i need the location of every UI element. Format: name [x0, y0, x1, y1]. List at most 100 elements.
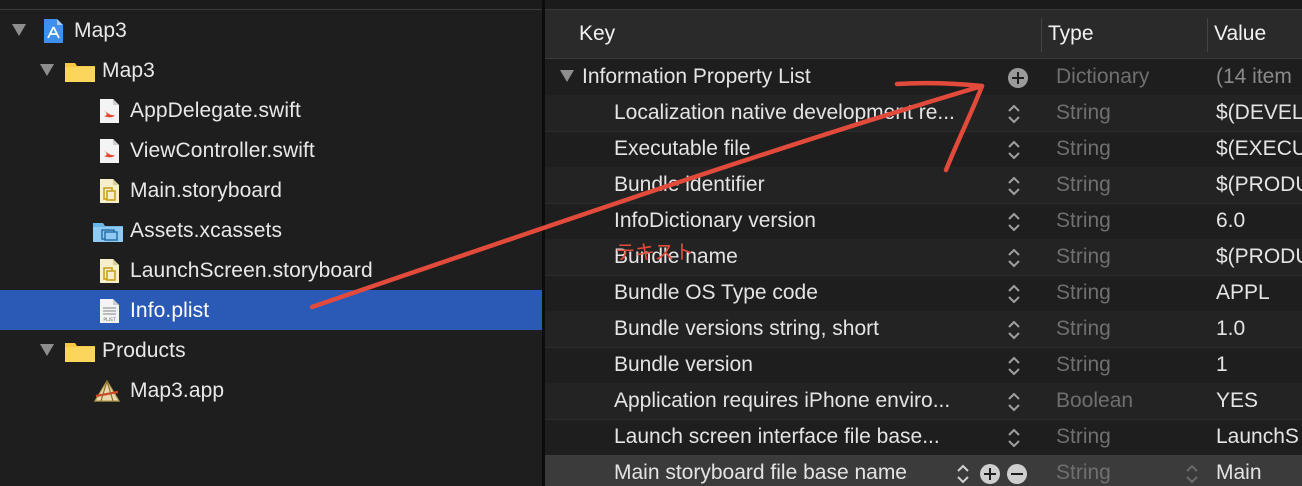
storyboard-file-icon	[100, 259, 119, 283]
disclosure-triangle-icon[interactable]	[560, 70, 574, 82]
column-separator[interactable]	[1041, 18, 1042, 52]
tree-item-label: Info.plist	[130, 299, 210, 322]
plist-row[interactable]: Bundle OS Type code String APPL	[545, 275, 1302, 312]
swift-file-icon	[100, 139, 119, 163]
key-popup-stepper-icon[interactable]	[1007, 210, 1021, 234]
plist-value[interactable]: $(PRODU	[1216, 245, 1302, 269]
plist-key[interactable]: Bundle versions string, short	[614, 317, 879, 341]
plist-value[interactable]: $(PRODU	[1216, 173, 1302, 197]
plist-value[interactable]: Main	[1216, 461, 1262, 485]
key-popup-stepper-icon[interactable]	[1007, 390, 1021, 414]
tree-item-info-plist[interactable]: PLIST Info.plist	[0, 290, 542, 330]
plist-type: Dictionary	[1056, 65, 1150, 88]
plist-type[interactable]: Boolean	[1056, 389, 1133, 413]
plist-value[interactable]: $(DEVEL	[1216, 101, 1302, 125]
plist-type[interactable]: String	[1056, 461, 1111, 485]
plist-type[interactable]: String	[1056, 281, 1111, 305]
tree-item-launchscreen-storyboard[interactable]: LaunchScreen.storyboard	[0, 250, 542, 290]
plist-value[interactable]: $(EXECU	[1216, 137, 1302, 161]
plist-type[interactable]: String	[1056, 209, 1111, 233]
column-header-type[interactable]: Type	[1048, 22, 1094, 46]
tree-item-label: Map3	[102, 59, 155, 82]
key-popup-stepper-icon[interactable]	[1007, 174, 1021, 198]
plist-row[interactable]: InfoDictionary version String 6.0	[545, 203, 1302, 240]
column-separator[interactable]	[1207, 18, 1208, 52]
plist-key[interactable]: Bundle identifier	[614, 173, 765, 197]
plist-value[interactable]: 6.0	[1216, 209, 1245, 233]
editor-top-border	[545, 0, 1302, 10]
disclosure-triangle-icon[interactable]	[40, 344, 54, 356]
key-popup-stepper-icon[interactable]	[1185, 462, 1199, 486]
plist-row[interactable]: Main storyboard file base name String Main	[545, 455, 1302, 486]
tree-item-project-map3[interactable]: Map3	[0, 10, 542, 50]
project-navigator: Map3 Map3 AppDelegate.swift ViewControll…	[0, 0, 542, 486]
key-popup-stepper-icon[interactable]	[1007, 318, 1021, 342]
app-product-icon	[93, 379, 121, 402]
plist-row[interactable]: Executable file String $(EXECU	[545, 131, 1302, 168]
plist-row[interactable]: Launch screen interface file base... Stri…	[545, 419, 1302, 456]
tree-item-appdelegate-swift[interactable]: AppDelegate.swift	[0, 90, 542, 130]
xcode-project-icon	[44, 19, 63, 43]
plist-row[interactable]: Bundle versions string, short String 1.0	[545, 311, 1302, 348]
plist-type[interactable]: String	[1056, 245, 1111, 269]
plist-value[interactable]: 1	[1216, 353, 1228, 377]
tree-item-map3-app[interactable]: Map3.app	[0, 370, 542, 410]
folder-icon	[65, 343, 95, 362]
plist-type[interactable]: String	[1056, 353, 1111, 377]
key-popup-stepper-icon[interactable]	[1007, 354, 1021, 378]
column-header-value[interactable]: Value	[1214, 22, 1266, 46]
plist-type[interactable]: String	[1056, 101, 1111, 125]
navigator-top-border	[0, 0, 542, 10]
key-popup-stepper-icon[interactable]	[1007, 102, 1021, 126]
plist-type[interactable]: String	[1056, 425, 1111, 449]
key-popup-stepper-icon[interactable]	[1007, 426, 1021, 450]
plist-key[interactable]: Executable file	[614, 137, 751, 161]
plist-row[interactable]: Application requires iPhone enviro... Boo…	[545, 383, 1302, 420]
tree-item-folder-products[interactable]: Products	[0, 330, 542, 370]
tree-item-label: LaunchScreen.storyboard	[130, 259, 373, 282]
plist-key[interactable]: Localization native development re...	[614, 101, 955, 125]
tree-item-assets-xcassets[interactable]: Assets.xcassets	[0, 210, 542, 250]
plist-row[interactable]: Bundle version String 1	[545, 347, 1302, 384]
plist-row[interactable]: Bundle identifier String $(PRODU	[545, 167, 1302, 204]
plist-value[interactable]: APPL	[1216, 281, 1270, 305]
tree-item-viewcontroller-swift[interactable]: ViewController.swift	[0, 130, 542, 170]
plist-value[interactable]: 1.0	[1216, 317, 1245, 341]
plist-type[interactable]: String	[1056, 317, 1111, 341]
tree-item-label: Assets.xcassets	[130, 219, 283, 242]
plist-value: (14 item	[1216, 65, 1292, 88]
plist-key[interactable]: Bundle OS Type code	[614, 281, 818, 305]
key-popup-stepper-icon[interactable]	[1007, 138, 1021, 162]
tree-item-label: Main.storyboard	[130, 179, 283, 202]
tree-item-label: AppDelegate.swift	[130, 99, 301, 122]
disclosure-triangle-icon[interactable]	[12, 24, 26, 36]
plist-value[interactable]: LaunchS	[1216, 425, 1299, 449]
plist-type[interactable]: String	[1056, 137, 1111, 161]
plist-key[interactable]: Main storyboard file base name	[614, 461, 907, 485]
plist-root-row[interactable]: Information Property List Dictionary (14…	[545, 59, 1302, 96]
disclosure-triangle-icon[interactable]	[40, 64, 54, 76]
key-popup-stepper-icon[interactable]	[956, 462, 970, 486]
plist-type[interactable]: String	[1056, 173, 1111, 197]
plist-key[interactable]: Information Property List	[582, 65, 811, 89]
tree-item-label: Map3.app	[130, 379, 225, 402]
tree-item-label: Products	[102, 339, 186, 362]
plist-value[interactable]: YES	[1216, 389, 1258, 413]
tree-item-main-storyboard[interactable]: Main.storyboard	[0, 170, 542, 210]
key-popup-stepper-icon[interactable]	[1007, 246, 1021, 270]
tree-item-label: Map3	[74, 19, 127, 42]
remove-item-button[interactable]	[1007, 464, 1027, 484]
add-item-button[interactable]	[1008, 68, 1028, 88]
plist-key[interactable]: Launch screen interface file base...	[614, 425, 940, 449]
storyboard-file-icon	[100, 179, 119, 203]
plist-column-header: Key Type Value	[545, 10, 1302, 59]
column-header-key[interactable]: Key	[579, 22, 615, 46]
plist-key[interactable]: Bundle version	[614, 353, 753, 377]
tree-item-folder-map3[interactable]: Map3	[0, 50, 542, 90]
plist-key[interactable]: InfoDictionary version	[614, 209, 816, 233]
add-item-button[interactable]	[980, 464, 1000, 484]
key-popup-stepper-icon[interactable]	[1007, 282, 1021, 306]
plist-icon-text: PLIST	[103, 317, 115, 323]
plist-row[interactable]: Localization native development re... Str…	[545, 95, 1302, 132]
plist-key[interactable]: Application requires iPhone enviro...	[614, 389, 950, 413]
